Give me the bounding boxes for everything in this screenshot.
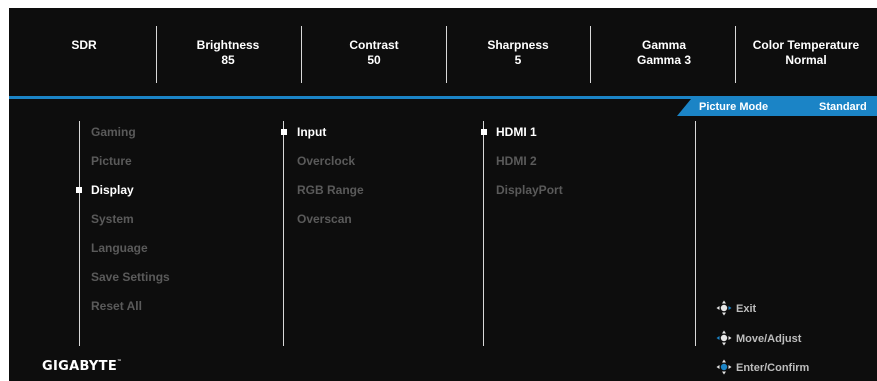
input-option-hdmi-1[interactable]: HDMI 1 [496,125,537,139]
joystick-icon [716,330,732,346]
submenu-item-overclock[interactable]: Overclock [297,154,355,168]
picture-mode-value: Standard [819,101,867,113]
divider [446,26,447,83]
status-value: 50 [367,53,381,67]
joystick-icon [716,359,732,375]
submenu-item-overscan[interactable]: Overscan [297,212,352,226]
divider [590,26,591,83]
accent-line [9,96,877,99]
picture-mode-label: Picture Mode [699,101,769,113]
help-exit: Exit [736,303,757,315]
submenu-item-input[interactable]: Input [297,125,326,139]
brand-name: GIGABYTE [42,359,117,374]
status-label: Sharpness [487,38,549,52]
status-color-temperature: Color Temperature Normal [740,38,872,68]
status-label: Color Temperature [752,38,860,52]
help-enter-confirm: Enter/Confirm [736,362,810,374]
status-gamma: Gamma Gamma 3 [599,38,729,68]
selection-bullet [76,187,82,193]
status-label: Gamma [641,38,687,52]
divider [695,121,696,346]
status-value: Normal [785,53,827,67]
divider [301,26,302,83]
divider [79,121,80,346]
status-label: SDR [71,38,97,52]
input-option-displayport[interactable]: DisplayPort [496,183,563,197]
input-option-hdmi-2[interactable]: HDMI 2 [496,154,537,168]
menu-item-display[interactable]: Display [91,183,134,197]
status-sharpness: Sharpness 5 [453,38,583,68]
status-contrast: Contrast 50 [309,38,439,68]
trademark-mark: ™ [117,359,123,365]
status-label: Contrast [349,38,399,52]
status-brightness: Brightness 85 [163,38,293,68]
status-value: 5 [514,53,522,67]
menu-item-language[interactable]: Language [91,241,148,255]
submenu-item-rgb-range[interactable]: RGB Range [297,183,364,197]
menu-item-system[interactable]: System [91,212,134,226]
divider [735,26,736,83]
menu-item-picture[interactable]: Picture [91,154,132,168]
gigabyte-logo: GIGABYTE™ [42,359,122,374]
osd-screen: SDR Brightness 85 Contrast 50 Sharpness … [9,8,877,381]
divider [483,121,484,346]
status-bar: SDR Brightness 85 Contrast 50 Sharpness … [9,8,877,96]
menu-item-save-settings[interactable]: Save Settings [91,270,170,284]
help-move-adjust: Move/Adjust [736,333,802,345]
status-value: Gamma 3 [636,53,692,67]
picture-mode-tab: Picture Mode Standard [677,99,877,116]
divider [283,121,284,346]
divider [156,26,157,83]
status-value: 85 [221,53,235,67]
menu-item-reset-all[interactable]: Reset All [91,299,142,313]
selection-bullet [281,129,287,135]
selection-bullet [481,129,487,135]
status-label: Brightness [196,38,260,52]
joystick-icon [716,300,732,316]
status-sdr: SDR [19,38,149,53]
menu-item-gaming[interactable]: Gaming [91,125,136,139]
